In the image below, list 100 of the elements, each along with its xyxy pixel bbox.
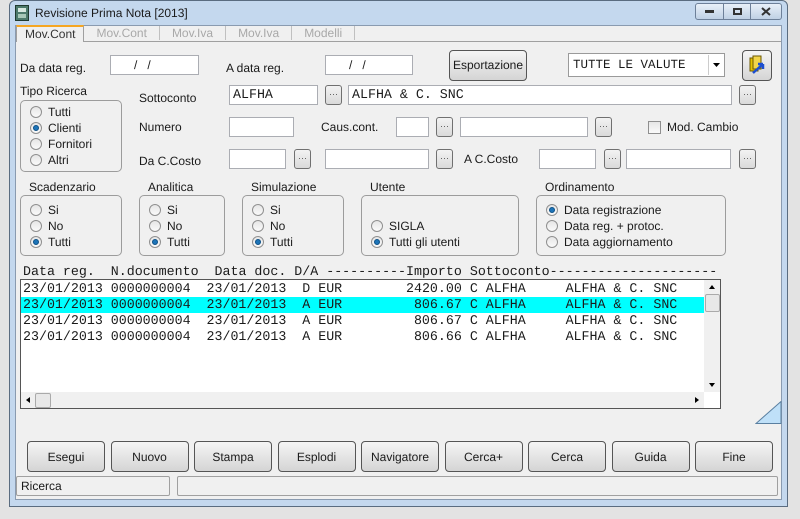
option-label: Si xyxy=(48,204,59,216)
door-arrow-icon xyxy=(747,55,767,75)
option-label: Altri xyxy=(48,154,69,166)
radio-button[interactable] xyxy=(149,220,161,232)
table-cell-text: ALFHA & C. SNC xyxy=(566,280,678,298)
option-label: Tutti xyxy=(48,106,71,118)
radio-button[interactable] xyxy=(30,204,42,216)
table-cell-text: 806.67 xyxy=(412,312,462,330)
option-label: Si xyxy=(167,204,178,216)
radio-button[interactable] xyxy=(149,236,161,248)
input-field[interactable]: ALFHA & C. SNC xyxy=(348,85,732,105)
table-cell-text: C ALFHA xyxy=(470,296,527,314)
option-label: No xyxy=(167,220,182,232)
field-label: A data reg. xyxy=(226,60,286,77)
table-cell-text: ALFHA & C. SNC xyxy=(566,328,678,346)
table-cell-text: 0000000004 xyxy=(110,280,192,298)
radio-button[interactable] xyxy=(30,236,42,248)
export-tool-button[interactable] xyxy=(742,50,772,80)
radio-button[interactable] xyxy=(371,236,383,248)
action-button[interactable]: Navigatore xyxy=(361,441,439,472)
radio-button[interactable] xyxy=(252,236,264,248)
action-button[interactable]: Cerca+ xyxy=(444,441,522,472)
table-cell-text: 806.67 xyxy=(412,296,462,314)
input-field[interactable]: ALFHA xyxy=(229,85,318,105)
table-cell-text: 0000000004 xyxy=(110,296,192,314)
close-button[interactable] xyxy=(751,2,782,20)
export-button[interactable]: Esportazione xyxy=(449,50,527,80)
tab[interactable]: Mov.Cont xyxy=(16,25,84,42)
list-row[interactable]: 23/01/2013 0000000004 23/01/2013 D EUR 2420.00 C ALFHA ALFHA & C. SNC xyxy=(21,281,704,297)
app-icon xyxy=(15,5,29,21)
page-fold-icon xyxy=(755,401,782,424)
input-field[interactable] xyxy=(539,149,596,169)
field-label: Numero xyxy=(139,119,183,136)
radio-button[interactable] xyxy=(546,220,558,232)
date-field[interactable]: / / xyxy=(110,55,199,75)
table-cell-text: 23/01/2013 xyxy=(206,312,288,330)
action-button[interactable]: Esplodi xyxy=(278,441,356,472)
radio-button[interactable] xyxy=(30,122,42,134)
action-button[interactable]: Stampa xyxy=(194,441,272,472)
grid-header: Data reg. N.documento Data doc. D/A ----------Importo Sottoconto--------------------- xyxy=(22,265,718,279)
list-row[interactable]: 23/01/2013 0000000004 23/01/2013 A EUR 806.66 C ALFHA ALFHA & C. SNC xyxy=(21,329,704,345)
checkbox[interactable] xyxy=(648,120,661,134)
browse-button[interactable] xyxy=(739,85,756,105)
radio-button[interactable] xyxy=(30,154,42,166)
table-cell-text: A xyxy=(302,312,312,330)
input-field[interactable] xyxy=(396,117,429,137)
group-title: Utente xyxy=(369,180,406,194)
input-field[interactable] xyxy=(325,149,429,169)
input-field[interactable] xyxy=(229,117,294,137)
table-cell-text: 23/01/2013 xyxy=(23,312,104,330)
table-cell-text: 23/01/2013 xyxy=(23,296,104,314)
group-title: Analitica xyxy=(147,180,194,194)
radio-button[interactable] xyxy=(149,204,161,216)
option-label: Data aggiornamento xyxy=(564,236,673,248)
action-button[interactable]: Cerca xyxy=(528,441,606,472)
radio-button[interactable] xyxy=(252,204,264,216)
option-label: Clienti xyxy=(48,122,82,134)
radio-button[interactable] xyxy=(252,220,264,232)
input-field[interactable] xyxy=(229,149,286,169)
group-title: Tipo Ricerca xyxy=(20,84,88,98)
status-panel: Ricerca xyxy=(16,476,170,496)
option-label: Data registrazione xyxy=(564,204,662,216)
action-button[interactable]: Esegui xyxy=(27,441,105,472)
input-field[interactable] xyxy=(460,117,588,137)
radio-button[interactable] xyxy=(546,236,558,248)
browse-button[interactable] xyxy=(325,85,342,105)
radio-button[interactable] xyxy=(30,106,42,118)
browse-button[interactable] xyxy=(294,149,311,169)
group-title: Simulazione xyxy=(250,180,318,194)
table-cell-text: C ALFHA xyxy=(470,312,527,330)
field-label: Sottoconto xyxy=(139,90,198,107)
browse-button[interactable] xyxy=(604,149,621,169)
action-button[interactable]: Nuovo xyxy=(110,441,188,472)
action-button[interactable]: Fine xyxy=(695,441,773,472)
radio-button[interactable] xyxy=(371,220,383,232)
list-row[interactable]: 23/01/2013 0000000004 23/01/2013 A EUR 806.67 C ALFHA ALFHA & C. SNC xyxy=(21,297,704,313)
scroll-thumb[interactable] xyxy=(35,392,51,408)
currency-dropdown[interactable]: TUTTE LE VALUTE xyxy=(568,53,725,77)
radio-button[interactable] xyxy=(30,138,42,150)
action-button[interactable]: Guida xyxy=(612,441,690,472)
radio-button[interactable] xyxy=(546,204,558,216)
option-label: Si xyxy=(270,204,281,216)
table-cell-text: 806.66 xyxy=(412,328,462,346)
radio-button[interactable] xyxy=(30,220,42,232)
browse-button[interactable] xyxy=(436,149,453,169)
date-field[interactable]: / / xyxy=(325,55,413,75)
table-cell-text: A xyxy=(302,328,312,346)
table-cell-text: C ALFHA xyxy=(470,280,527,298)
browse-button[interactable] xyxy=(595,117,612,137)
browse-button[interactable] xyxy=(436,117,453,137)
horizontal-scrollbar[interactable] xyxy=(21,392,704,408)
maximize-button[interactable] xyxy=(724,2,751,20)
scroll-thumb[interactable] xyxy=(704,294,720,312)
vertical-scrollbar[interactable] xyxy=(704,280,720,392)
list-row[interactable]: 23/01/2013 0000000004 23/01/2013 A EUR 806.67 C ALFHA ALFHA & C. SNC xyxy=(21,313,704,329)
table-cell-text: 0000000004 xyxy=(110,328,192,346)
minimize-button[interactable] xyxy=(695,2,724,20)
table-cell-text: 23/01/2013 xyxy=(206,296,288,314)
input-field[interactable] xyxy=(626,149,731,169)
browse-button[interactable] xyxy=(739,149,756,169)
